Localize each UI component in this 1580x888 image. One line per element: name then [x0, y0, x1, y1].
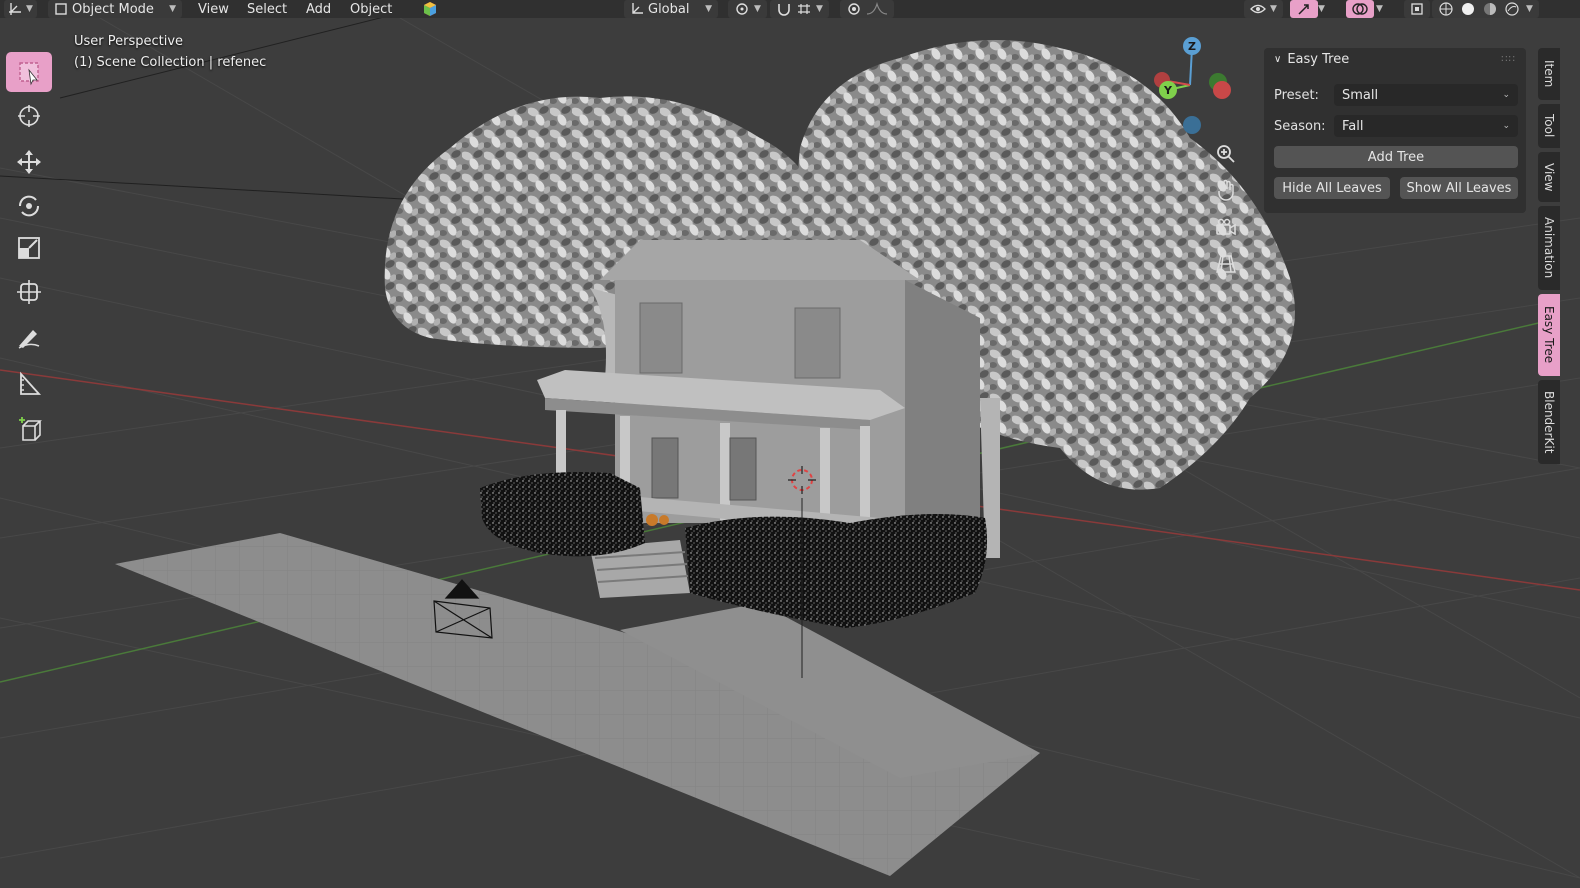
season-label: Season: — [1274, 119, 1326, 134]
chevron-down-icon: ▼ — [26, 4, 33, 14]
drag-grip-icon[interactable]: ∷∷ — [1501, 54, 1516, 65]
pan-hand-icon[interactable] — [1212, 176, 1240, 204]
rotate-icon — [18, 195, 40, 217]
panel-header[interactable]: ∨ Easy Tree — [1274, 52, 1349, 67]
axes-editor-icon — [9, 3, 21, 15]
show-all-leaves-button[interactable]: Show All Leaves — [1400, 177, 1518, 199]
neg-x-axis-handle — [1213, 81, 1231, 99]
svg-text:Y: Y — [1163, 84, 1173, 97]
view-name: User Perspective — [74, 34, 184, 49]
left-bush — [480, 472, 645, 557]
chevron-down-icon: ▼ — [754, 4, 761, 14]
xray-toggle-button[interactable] — [1404, 0, 1430, 18]
measure-icon — [20, 371, 42, 395]
scale-icon — [18, 237, 40, 259]
chevron-down-icon: ▼ — [1270, 4, 1277, 14]
transform-orientation-selector[interactable]: Global ▼ — [624, 0, 718, 18]
zoom-icon[interactable] — [1212, 140, 1240, 168]
gizmo-icon — [1298, 4, 1309, 15]
chevron-down-icon: ⌄ — [1502, 90, 1510, 100]
rendered-shading-icon[interactable] — [1504, 1, 1520, 17]
move-tool[interactable] — [6, 142, 52, 182]
add-tree-button[interactable]: Add Tree — [1274, 146, 1518, 168]
rotate-tool[interactable] — [6, 186, 52, 226]
tab-blenderkit[interactable]: BlenderKit — [1538, 380, 1560, 464]
wireframe-shading-icon[interactable] — [1438, 1, 1454, 17]
perspective-toggle-icon[interactable] — [1212, 250, 1240, 278]
tab-animation[interactable]: Animation — [1538, 206, 1560, 290]
material-shading-icon[interactable] — [1482, 1, 1498, 17]
chevron-down-icon: ▼ — [169, 4, 176, 14]
shading-modes[interactable]: ▼ — [1432, 0, 1539, 18]
measure-tool[interactable] — [6, 364, 52, 404]
easy-tree-panel: ∨ Easy Tree ∷∷ Preset: Small ⌄ Season: F… — [1264, 48, 1526, 213]
cursor-icon — [18, 105, 40, 127]
transform-tool[interactable] — [6, 272, 52, 312]
chevron-down-icon: ⌄ — [1502, 121, 1510, 131]
neg-z-axis-handle — [1183, 116, 1201, 134]
annotate-tool[interactable] — [6, 318, 52, 358]
cursor-tool[interactable] — [6, 96, 52, 136]
menu-add[interactable]: Add — [298, 0, 339, 18]
add-cube-tool[interactable] — [6, 410, 52, 450]
preset-dropdown[interactable]: Small ⌄ — [1334, 84, 1518, 106]
visibility-button[interactable]: ▼ — [1244, 0, 1283, 18]
pivot-point-button[interactable]: ▼ — [728, 0, 767, 18]
menu-select[interactable]: Select — [239, 0, 295, 18]
editor-type-button[interactable]: ▼ — [4, 0, 37, 18]
tab-tool[interactable]: Tool — [1538, 104, 1560, 148]
svg-text:Z: Z — [1188, 40, 1196, 53]
chevron-down-icon: ▼ — [1318, 4, 1325, 14]
select-box-icon — [19, 62, 39, 86]
object-mode-icon — [55, 3, 67, 15]
xray-icon — [1411, 3, 1423, 15]
pivot-icon — [736, 3, 748, 15]
falloff-icon — [866, 2, 888, 15]
preset-label: Preset: — [1274, 88, 1319, 103]
magnet-icon — [778, 4, 790, 16]
navigation-gizmo[interactable]: Z Y — [1150, 30, 1240, 140]
chevron-down-icon: ▼ — [816, 4, 823, 14]
camera-view-icon[interactable] — [1212, 214, 1240, 242]
overlays-toggle-button[interactable] — [1346, 0, 1374, 18]
solid-shading-icon[interactable] — [1460, 1, 1476, 17]
proportional-editing-button[interactable] — [840, 0, 894, 18]
season-dropdown[interactable]: Fall ⌄ — [1334, 115, 1518, 137]
transform-icon — [17, 280, 41, 304]
tab-easy-tree[interactable]: Easy Tree — [1538, 294, 1560, 376]
chevron-down-icon: ▼ — [1526, 4, 1533, 14]
scale-tool[interactable] — [6, 228, 52, 268]
gizmo-dropdown[interactable]: ▼ — [1318, 0, 1325, 18]
3d-viewport[interactable]: User Perspective (1) Scene Collection | … — [0, 18, 1580, 880]
proportional-icon — [848, 3, 860, 15]
move-icon — [17, 150, 41, 174]
tab-view[interactable]: View — [1538, 152, 1560, 202]
eye-icon — [1250, 4, 1266, 14]
mode-selector[interactable]: Object Mode ▼ — [48, 0, 182, 18]
snap-button[interactable]: ▼ — [770, 0, 829, 18]
annotate-icon — [18, 330, 40, 349]
panel-title: Easy Tree — [1287, 52, 1350, 67]
menu-object[interactable]: Object — [342, 0, 400, 18]
addon-icon[interactable] — [422, 0, 438, 18]
overlays-icon — [1352, 3, 1368, 15]
collapse-chevron-icon: ∨ — [1274, 54, 1282, 65]
mode-label: Object Mode — [72, 1, 154, 17]
chevron-down-icon: ▼ — [1376, 4, 1383, 14]
snap-increment-icon — [798, 4, 810, 14]
hide-all-leaves-button[interactable]: Hide All Leaves — [1274, 177, 1390, 199]
tab-item[interactable]: Item — [1538, 48, 1560, 100]
chevron-down-icon: ▼ — [705, 4, 712, 14]
orientation-label: Global — [648, 1, 690, 17]
preset-value: Small — [1342, 87, 1379, 103]
menu-view[interactable]: View — [190, 0, 237, 18]
viewport-header: ▼ Object Mode ▼ View Select Add Object G… — [0, 0, 1580, 18]
collection-info: (1) Scene Collection | refenec — [74, 55, 267, 70]
gizmo-toggle-button[interactable] — [1290, 0, 1318, 18]
select-box-tool[interactable] — [6, 52, 52, 92]
orientation-icon — [632, 3, 643, 14]
overlays-dropdown[interactable]: ▼ — [1376, 0, 1383, 18]
season-value: Fall — [1342, 118, 1364, 134]
add-cube-icon — [19, 417, 42, 441]
